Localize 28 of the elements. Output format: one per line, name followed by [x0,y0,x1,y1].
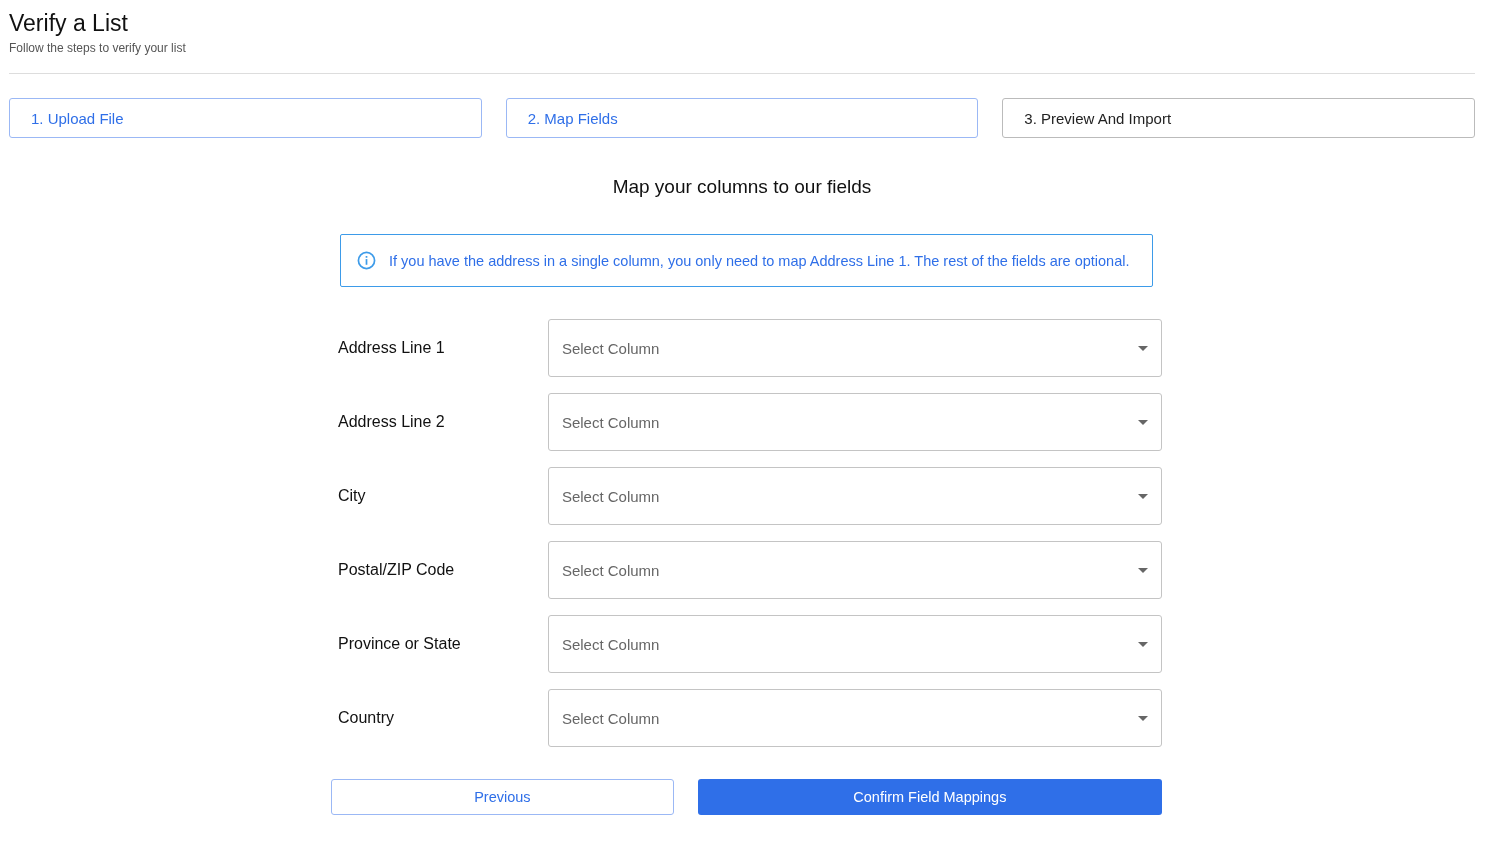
column-select[interactable]: Select Column [547,615,1162,673]
field-label: Address Line 2 [338,413,446,431]
caret-icon [1138,641,1148,647]
page-subtitle: Follow the steps to verify your list [9,41,186,55]
field-label: Province or State [338,635,462,653]
previous-button[interactable]: Previous [331,779,674,815]
field-label: Address Line 1 [338,339,446,357]
field-label: Country [338,709,396,727]
field-label: City [338,487,367,505]
caret-icon [1138,715,1148,721]
caret-icon [1138,419,1148,425]
column-select[interactable]: Select Column [547,319,1162,377]
column-select[interactable]: Select Column [547,467,1162,525]
step-tab[interactable]: 2. Map Fields [505,98,979,138]
column-select[interactable]: Select Column [547,689,1162,747]
caret-icon [1138,493,1148,499]
step-tab[interactable]: 3. Preview And Import [1002,98,1475,138]
column-select[interactable]: Select Column [547,393,1162,451]
step-tab[interactable]: 1. Upload File [9,98,482,138]
page-title: Verify a List [9,9,129,37]
info-text: If you have the address in a single column, you only need to map Address Line 1. The rest of the fields are optional. [389,252,1130,269]
field-label: Postal/ZIP Code [338,561,456,579]
confirm-button[interactable]: Confirm Field Mappings [697,779,1162,815]
caret-icon [1138,345,1148,351]
caret-icon [1138,567,1148,573]
section-heading: Map your columns to our fields [612,176,872,198]
column-select[interactable]: Select Column [547,541,1162,599]
info-icon [357,251,376,270]
